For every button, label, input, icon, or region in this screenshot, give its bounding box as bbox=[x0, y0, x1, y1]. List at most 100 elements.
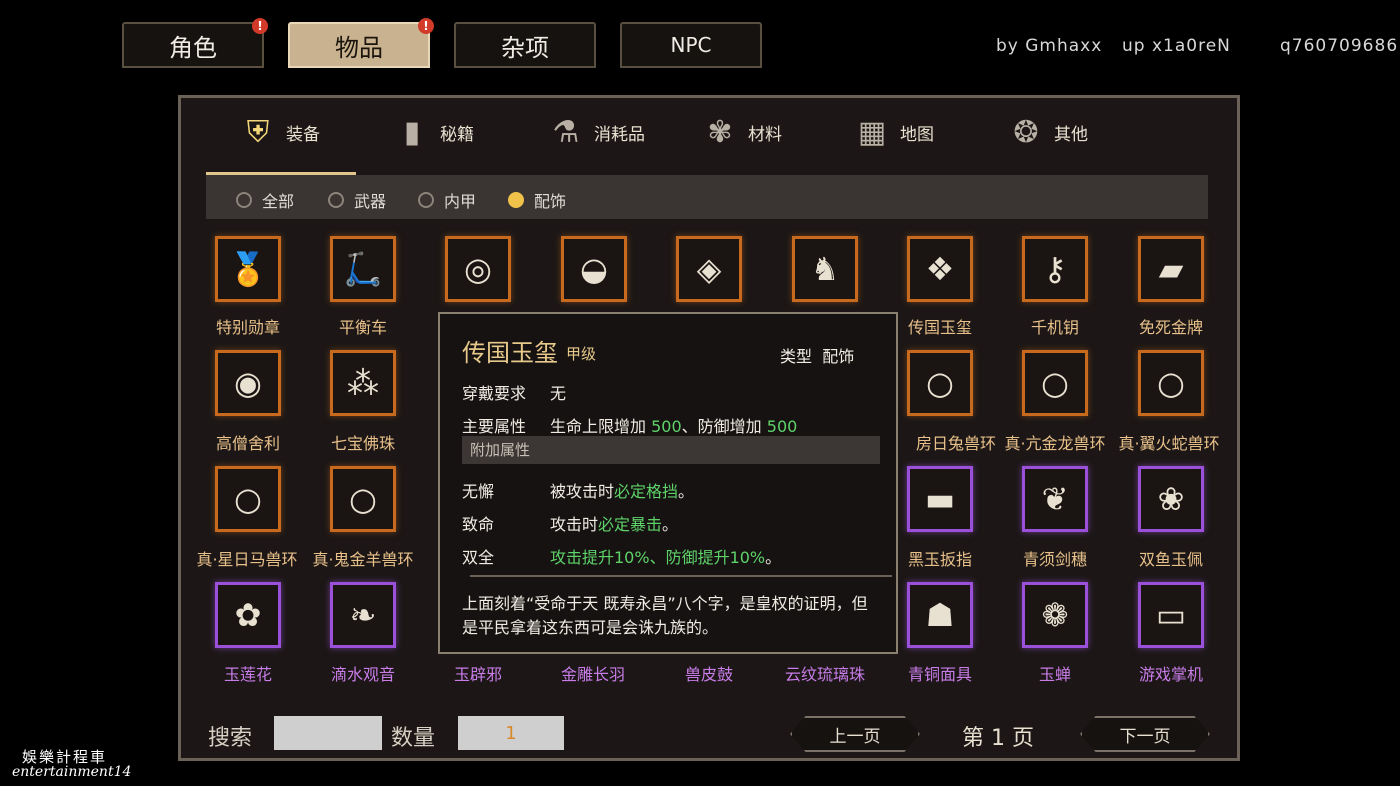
flask-icon: ⚗ bbox=[552, 114, 580, 150]
tab-character[interactable]: 角色 ! bbox=[122, 18, 268, 68]
ring-icon: ○ bbox=[349, 480, 377, 518]
category-maps[interactable]: ▦ 地图 bbox=[852, 110, 934, 154]
item-name: 云纹琉璃珠 bbox=[784, 665, 865, 684]
item-slot[interactable]: ❧ bbox=[330, 582, 396, 648]
tab-label: 角色 bbox=[169, 33, 217, 62]
next-page-button[interactable]: 下一页 bbox=[1080, 716, 1210, 752]
gold-plaque-icon: ▰ bbox=[1158, 250, 1184, 288]
tab-items[interactable]: 物品 ! bbox=[288, 18, 434, 68]
search-input[interactable] bbox=[274, 716, 382, 750]
category-label: 其他 bbox=[1054, 124, 1088, 145]
attr-number: 500 bbox=[766, 417, 798, 436]
category-consumables[interactable]: ⚗ 消耗品 bbox=[546, 110, 645, 154]
item-slot[interactable]: ○ bbox=[1022, 350, 1088, 416]
item-slot[interactable]: ◒ bbox=[561, 236, 627, 302]
radio-icon bbox=[328, 192, 344, 208]
filter-label: 配饰 bbox=[534, 192, 567, 211]
medal-icon: 🏅 bbox=[228, 250, 268, 288]
item-slot[interactable]: ○ bbox=[330, 466, 396, 532]
guanyin-icon: ❧ bbox=[349, 596, 377, 634]
category-manuals[interactable]: ▮ 秘籍 bbox=[392, 110, 474, 154]
tooltip-title: 传国玉玺 bbox=[462, 339, 558, 367]
ring-icon: ○ bbox=[926, 364, 954, 402]
item-slot[interactable]: 🏅 bbox=[215, 236, 281, 302]
category-equipment[interactable]: ⛨ 装备 bbox=[238, 110, 320, 154]
filter-all[interactable]: 全部 bbox=[236, 188, 294, 212]
tooltip-grade: 甲级 bbox=[566, 345, 597, 363]
type-value: 配饰 bbox=[822, 347, 855, 366]
tab-misc[interactable]: 杂项 bbox=[454, 22, 596, 68]
key-icon: ⚷ bbox=[1043, 250, 1067, 288]
tab-label: 物品 bbox=[335, 33, 383, 62]
item-slot[interactable]: ☗ bbox=[907, 582, 973, 648]
prayer-beads-icon: ⁂ bbox=[347, 364, 379, 402]
item-slot[interactable]: ▭ bbox=[1138, 582, 1204, 648]
desc-highlight: 攻击提升10%、防御提升10% bbox=[550, 548, 766, 567]
alert-badge: ! bbox=[418, 18, 434, 34]
tab-label: NPC bbox=[670, 33, 712, 57]
item-name: 双鱼玉佩 bbox=[1138, 550, 1203, 569]
extra-attr-name: 致命 bbox=[462, 515, 495, 534]
credit-by: by Gmhaxx bbox=[996, 36, 1103, 56]
item-name: 特别勋章 bbox=[215, 318, 280, 337]
item-name: 金雕长羽 bbox=[560, 665, 625, 684]
tooltip-divider bbox=[470, 575, 892, 577]
item-name: 平衡车 bbox=[338, 318, 387, 337]
main-attr-value: 生命上限增加 500、防御增加 500 bbox=[550, 413, 797, 437]
item-name: 七宝佛珠 bbox=[330, 434, 395, 453]
desc-highlight: 必定暴击 bbox=[598, 515, 663, 534]
jade-seal-icon: ❖ bbox=[925, 250, 955, 288]
category-other[interactable]: ❂ 其他 bbox=[1006, 110, 1088, 154]
item-slot[interactable]: ❖ bbox=[907, 236, 973, 302]
tooltip-type: 类型 配饰 bbox=[780, 343, 854, 367]
quantity-label: 数量 bbox=[391, 726, 436, 751]
item-slot[interactable]: ♞ bbox=[792, 236, 858, 302]
main-attr-label: 主要属性 bbox=[462, 417, 527, 436]
bronze-beast-icon: ♞ bbox=[810, 250, 840, 288]
jade-ring-icon: ◎ bbox=[464, 250, 492, 288]
item-slot[interactable]: ❁ bbox=[1022, 582, 1088, 648]
herb-icon: ✾ bbox=[707, 114, 733, 150]
type-label: 类型 bbox=[780, 347, 813, 366]
item-slot[interactable]: ▰ bbox=[1138, 236, 1204, 302]
item-slot[interactable]: ✿ bbox=[215, 582, 281, 648]
prev-page-button[interactable]: 上一页 bbox=[790, 716, 920, 752]
item-name: 玉莲花 bbox=[223, 665, 272, 684]
book-icon: ▮ bbox=[403, 114, 421, 150]
desc-text: 。 bbox=[662, 515, 679, 534]
armor-icon: ⛨ bbox=[246, 114, 270, 150]
radio-icon bbox=[236, 192, 252, 208]
extra-attr-desc: 攻击时必定暴击。 bbox=[550, 511, 678, 535]
item-slot[interactable]: ◈ bbox=[676, 236, 742, 302]
item-slot[interactable]: ○ bbox=[1138, 350, 1204, 416]
ring-icon: ○ bbox=[1041, 364, 1069, 402]
category-materials[interactable]: ✾ 材料 bbox=[700, 110, 782, 154]
item-slot[interactable]: ❀ bbox=[1138, 466, 1204, 532]
item-slot[interactable]: ○ bbox=[215, 466, 281, 532]
credit-q: q760709686 bbox=[1280, 36, 1399, 56]
item-slot[interactable]: ⁂ bbox=[330, 350, 396, 416]
extra-attr-desc: 被攻击时必定格挡。 bbox=[550, 478, 694, 502]
item-slot[interactable]: ⚷ bbox=[1022, 236, 1088, 302]
bowl-icon: ◒ bbox=[580, 250, 608, 288]
filter-label: 武器 bbox=[354, 192, 387, 211]
desc-text: 。 bbox=[678, 482, 695, 501]
category-label: 装备 bbox=[286, 124, 320, 145]
desc-highlight: 必定格挡 bbox=[614, 482, 679, 501]
filter-weapon[interactable]: 武器 bbox=[328, 188, 386, 212]
attr-number: 500 bbox=[651, 417, 682, 436]
tab-npc[interactable]: NPC bbox=[620, 22, 762, 68]
desc-text: 。 bbox=[765, 548, 782, 567]
item-slot[interactable]: ▬ bbox=[907, 466, 973, 532]
item-slot[interactable]: ◎ bbox=[445, 236, 511, 302]
item-slot[interactable]: 🛴 bbox=[330, 236, 396, 302]
requirement-label: 穿戴要求 bbox=[462, 384, 527, 403]
item-name: 高僧舍利 bbox=[215, 434, 280, 453]
filter-accessory[interactable]: 配饰 bbox=[508, 188, 566, 212]
quantity-input[interactable]: 1 bbox=[458, 716, 564, 750]
filter-armor[interactable]: 内甲 bbox=[418, 188, 476, 212]
item-slot[interactable]: ◉ bbox=[215, 350, 281, 416]
item-name: 青须剑穗 bbox=[1022, 550, 1087, 569]
item-slot[interactable]: ○ bbox=[907, 350, 973, 416]
item-slot[interactable]: ❦ bbox=[1022, 466, 1088, 532]
